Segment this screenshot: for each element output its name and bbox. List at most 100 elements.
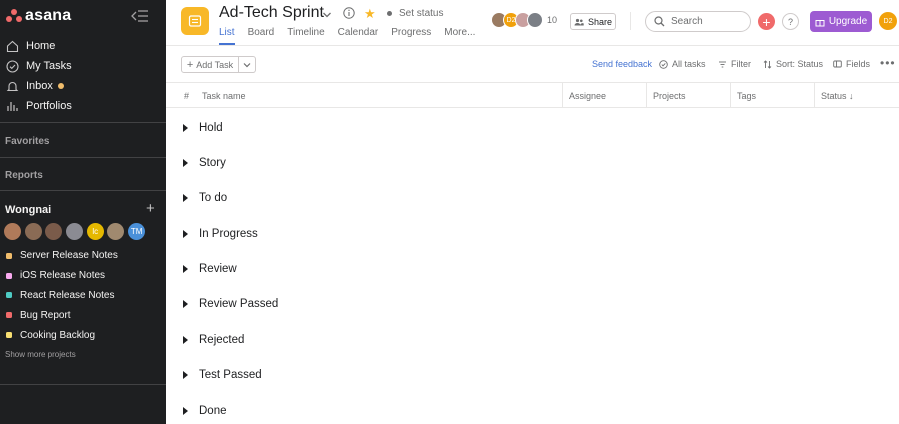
team-member-avatar[interactable]: lc: [86, 223, 104, 240]
section-header[interactable]: Test Passed: [183, 366, 262, 384]
expand-triangle-icon[interactable]: [183, 265, 188, 273]
section-header[interactable]: Review Passed: [183, 295, 278, 313]
section-name: Test Passed: [199, 369, 262, 381]
page-title[interactable]: Ad-Tech Sprint: [219, 4, 324, 22]
team-member-avatar[interactable]: [107, 223, 125, 240]
help-button[interactable]: ?: [782, 13, 799, 30]
sidebar-item-label: Portfolios: [26, 100, 72, 112]
expand-triangle-icon[interactable]: [183, 159, 188, 167]
section-name: Rejected: [199, 334, 245, 346]
sort-arrow-icon: ↓: [849, 91, 854, 101]
column-divider[interactable]: [646, 83, 647, 108]
add-task-dropdown[interactable]: [238, 56, 256, 73]
sidebar-project-item[interactable]: iOS Release Notes: [0, 266, 166, 286]
check-circle-icon: [659, 59, 668, 69]
project-icon[interactable]: [181, 7, 209, 35]
expand-triangle-icon[interactable]: [183, 371, 188, 379]
divider: [166, 107, 899, 108]
tab-list[interactable]: List: [219, 26, 235, 45]
section-header[interactable]: Hold: [183, 119, 223, 137]
sidebar-project-item[interactable]: Bug Report: [0, 305, 166, 325]
reports-title[interactable]: Reports: [5, 170, 43, 181]
section-header[interactable]: Rejected: [183, 331, 244, 349]
user-avatar[interactable]: D2: [879, 12, 897, 30]
sidebar-item-inbox[interactable]: Inbox: [0, 76, 166, 96]
info-icon[interactable]: [343, 7, 355, 22]
more-options-icon[interactable]: •••: [880, 56, 896, 70]
sidebar-item-my-tasks[interactable]: My Tasks: [0, 56, 166, 76]
column-header-assignee[interactable]: Assignee: [569, 91, 606, 101]
divider: [166, 82, 899, 83]
tab-progress[interactable]: Progress: [391, 26, 431, 45]
section-header[interactable]: To do: [183, 189, 227, 207]
search-input[interactable]: Search: [645, 11, 751, 32]
chevron-down-icon[interactable]: [322, 8, 332, 22]
tab-timeline[interactable]: Timeline: [287, 26, 324, 45]
project-color-icon: [6, 312, 12, 319]
tab-calendar[interactable]: Calendar: [338, 26, 379, 45]
sidebar-item-label: My Tasks: [26, 60, 72, 72]
fields-icon: [833, 60, 842, 68]
star-icon[interactable]: ★: [364, 6, 376, 22]
collapse-sidebar-icon[interactable]: [131, 9, 149, 23]
fields-button[interactable]: Fields: [833, 59, 870, 69]
project-color-icon: [6, 252, 12, 259]
column-header-task-name[interactable]: Task name: [202, 91, 246, 101]
team-member-avatar[interactable]: [45, 223, 63, 240]
status-header-label: Status: [821, 91, 847, 101]
quick-add-button[interactable]: +: [758, 13, 775, 30]
divider: [630, 12, 631, 30]
column-header-status[interactable]: Status ↓: [821, 91, 854, 101]
sort-button[interactable]: Sort: Status: [763, 59, 823, 69]
column-divider[interactable]: [730, 83, 731, 108]
expand-triangle-icon[interactable]: [183, 230, 188, 238]
expand-triangle-icon[interactable]: [183, 336, 188, 344]
filter-button[interactable]: Filter: [718, 59, 751, 69]
filter-label: Filter: [731, 59, 751, 69]
tab-board[interactable]: Board: [248, 26, 275, 45]
section-header[interactable]: Done: [183, 402, 227, 420]
view-tabs: List Board Timeline Calendar Progress More...: [219, 26, 488, 45]
column-header-tags[interactable]: Tags: [737, 91, 756, 101]
add-project-icon[interactable]: +: [146, 200, 155, 217]
sidebar-project-item[interactable]: Server Release Notes: [0, 246, 166, 266]
section-header[interactable]: Story: [183, 154, 226, 172]
team-member-avatar[interactable]: [66, 223, 84, 240]
tab-more[interactable]: More...: [444, 26, 475, 45]
upgrade-button[interactable]: Upgrade: [810, 11, 872, 32]
set-status-button[interactable]: Set status: [387, 8, 443, 19]
team-member-avatar[interactable]: [24, 223, 42, 240]
section-header[interactable]: In Progress: [183, 225, 258, 243]
favorites-title[interactable]: Favorites: [5, 136, 49, 147]
sidebar-project-item[interactable]: Cooking Backlog: [0, 325, 166, 345]
expand-triangle-icon[interactable]: [183, 300, 188, 308]
column-divider[interactable]: [814, 83, 815, 108]
divider: [166, 45, 899, 46]
send-feedback-link[interactable]: Send feedback: [592, 59, 652, 69]
sidebar-item-home[interactable]: Home: [0, 36, 166, 56]
add-task-button[interactable]: + Add Task: [181, 56, 239, 73]
project-members[interactable]: D2 10: [491, 12, 557, 28]
team-avatars: lc TM: [4, 223, 149, 240]
divider: [0, 190, 166, 191]
sidebar-item-portfolios[interactable]: Portfolios: [0, 96, 166, 116]
column-divider[interactable]: [562, 83, 563, 108]
bell-icon: [5, 79, 19, 93]
unread-dot: [57, 83, 64, 89]
sidebar-project-item[interactable]: React Release Notes: [0, 286, 166, 306]
team-name[interactable]: Wongnai: [5, 204, 51, 216]
section-header[interactable]: Review: [183, 260, 237, 278]
share-button[interactable]: Share: [570, 13, 616, 30]
expand-triangle-icon[interactable]: [183, 124, 188, 132]
expand-triangle-icon[interactable]: [183, 194, 188, 202]
expand-triangle-icon[interactable]: [183, 407, 188, 415]
home-icon: [5, 39, 19, 53]
team-member-avatar[interactable]: TM: [128, 223, 146, 240]
team-member-avatar[interactable]: [4, 223, 21, 240]
show-more-projects-link[interactable]: Show more projects: [5, 350, 76, 359]
all-tasks-label: All tasks: [672, 59, 706, 69]
asana-logo[interactable]: asana: [6, 6, 71, 26]
column-header-projects[interactable]: Projects: [653, 91, 686, 101]
all-tasks-button[interactable]: All tasks: [659, 59, 706, 69]
project-color-icon: [6, 272, 12, 279]
